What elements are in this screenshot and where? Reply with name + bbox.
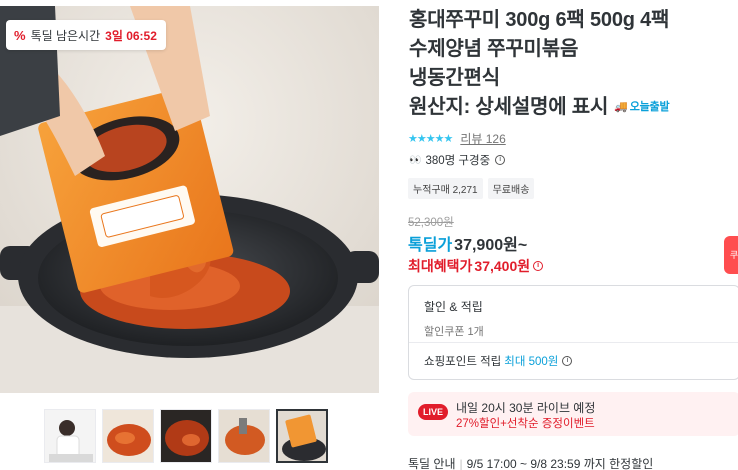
coupon-count[interactable]: 할인쿠폰 1개 bbox=[424, 323, 484, 339]
separator: | bbox=[459, 457, 463, 470]
thumb-pack-active bbox=[278, 411, 326, 461]
max-benefit-label: 최대혜택가 bbox=[408, 258, 473, 274]
points-label: 쇼핑포인트 적립 bbox=[424, 356, 502, 368]
star-rating-icon: ★★★★★ bbox=[408, 133, 453, 145]
title-line: 원산지: 상세설명에 표시 bbox=[409, 96, 609, 118]
live-subtitle: 27%할인+선착순 증정이벤트 bbox=[456, 418, 595, 430]
deal-price-row: 톡딜가 37,900원~ bbox=[408, 231, 527, 255]
title-line: 수제양념 쭈꾸미볶음 bbox=[409, 38, 579, 60]
info-icon[interactable]: i bbox=[533, 261, 544, 271]
chip-cumulative-purchase: 누적구매 2,271 bbox=[408, 178, 483, 199]
eyes-icon: 👀 bbox=[409, 154, 422, 166]
deal-price-label: 톡딜가 bbox=[408, 237, 453, 254]
live-title: 내일 20시 30분 라이브 예정 bbox=[456, 401, 596, 415]
today-delivery-label: 오늘출발 bbox=[629, 101, 670, 114]
deal-price-value: 37,900원~ bbox=[454, 237, 528, 254]
product-photo-illustration bbox=[0, 6, 379, 393]
product-main-image[interactable]: % 톡딜 남은시간 3일 06:52 bbox=[0, 6, 379, 393]
original-price: 52,300원 bbox=[408, 217, 454, 229]
thumbnail-strip bbox=[44, 409, 328, 463]
thumbnail-item[interactable] bbox=[218, 409, 270, 463]
product-chips: 누적구매 2,271 무료배송 bbox=[408, 178, 535, 199]
thumb-dish-1 bbox=[103, 410, 153, 462]
thumb-dish-2 bbox=[161, 410, 211, 462]
title-line: 냉동간편식 bbox=[409, 67, 500, 89]
info-icon[interactable]: i bbox=[562, 356, 573, 366]
deal-notice-label: 톡딜 안내 bbox=[408, 457, 456, 470]
thumb-person bbox=[45, 410, 95, 462]
benefits-heading: 할인 & 적립 bbox=[424, 300, 483, 314]
chip-free-shipping: 무료배송 bbox=[487, 178, 535, 199]
rating-row: ★★★★★ 리뷰 126 bbox=[408, 130, 506, 147]
thumb-dish-3 bbox=[219, 410, 269, 462]
divider bbox=[409, 342, 738, 343]
deal-timer-label: 톡딜 남은시간 bbox=[30, 28, 101, 43]
live-badge: LIVE bbox=[418, 404, 449, 420]
viewers-count: 380명 구경중 bbox=[425, 155, 491, 167]
percent-icon: % bbox=[14, 27, 26, 43]
max-benefit-price-row: 최대혜택가 37,400원 i bbox=[408, 256, 544, 276]
shopping-points-row: 쇼핑포인트 적립 최대 500원 i bbox=[424, 353, 573, 369]
deal-notice-text: 9/5 17:00 ~ 9/8 23:59 까지 한정할인 bbox=[466, 457, 654, 470]
today-delivery-badge: 🚚 오늘출발 bbox=[614, 93, 669, 122]
thumbnail-item[interactable] bbox=[44, 409, 96, 463]
thumbnail-item[interactable] bbox=[160, 409, 212, 463]
product-title: 홍대쭈꾸미 300g 6팩 500g 4팩 수제양념 쭈꾸미볶음 냉동간편식 원… bbox=[409, 6, 738, 122]
coupon-side-tab[interactable]: 쿠 bbox=[724, 236, 738, 274]
thumbnail-item-active[interactable] bbox=[276, 409, 328, 463]
points-max: 최대 500원 bbox=[504, 356, 559, 368]
live-broadcast-banner[interactable]: LIVE 내일 20시 30분 라이브 예정 27%할인+선착순 증정이벤트 bbox=[408, 392, 738, 436]
truck-icon: 🚚 bbox=[614, 101, 628, 114]
deal-timer-badge: % 톡딜 남은시간 3일 06:52 bbox=[6, 20, 166, 50]
title-line-origin: 원산지: 상세설명에 표시 🚚 오늘출발 bbox=[409, 93, 738, 122]
title-line: 홍대쭈꾸미 300g 6팩 500g 4팩 bbox=[409, 9, 670, 31]
info-icon[interactable]: i bbox=[495, 155, 506, 165]
thumbnail-item[interactable] bbox=[102, 409, 154, 463]
review-link[interactable]: 리뷰 126 bbox=[460, 130, 505, 147]
viewers-row: 👀 380명 구경중 i bbox=[409, 152, 506, 168]
deal-timer-value: 3일 06:52 bbox=[105, 28, 157, 43]
max-benefit-value: 37,400원 bbox=[474, 258, 531, 274]
discount-benefits-box: 할인 & 적립 할인쿠폰 1개 쇼핑포인트 적립 최대 500원 i bbox=[408, 285, 738, 380]
deal-notice: 톡딜 안내 | 9/5 17:00 ~ 9/8 23:59 까지 한정할인 bbox=[408, 455, 653, 470]
